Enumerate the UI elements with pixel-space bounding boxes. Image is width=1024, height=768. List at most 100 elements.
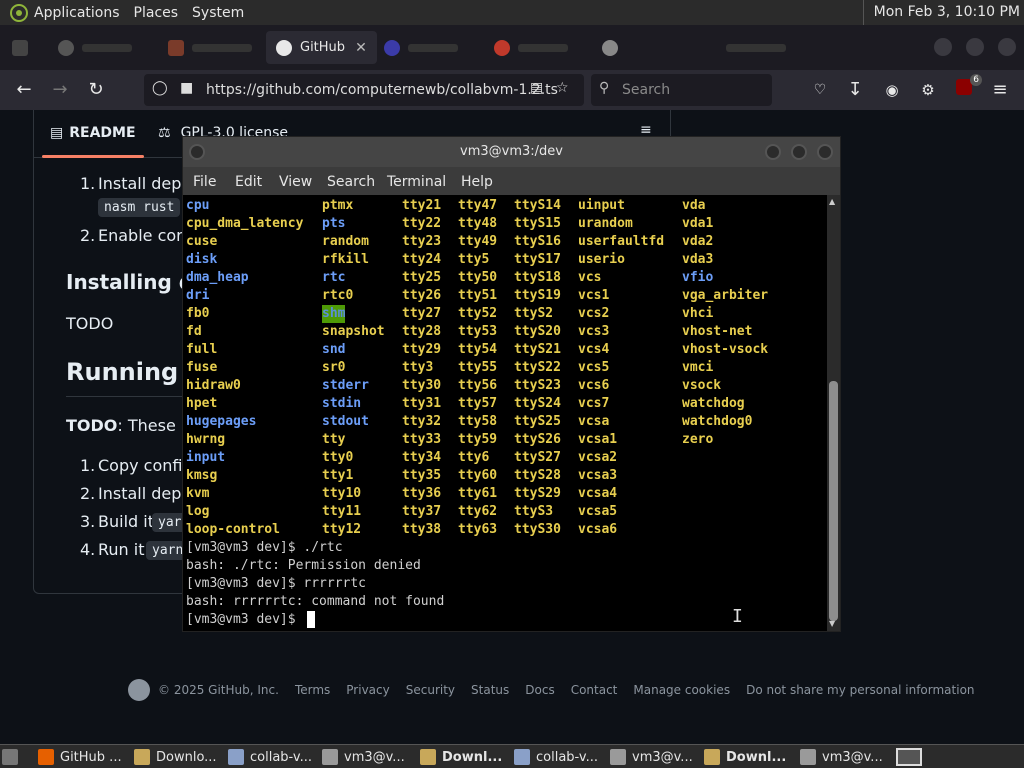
scroll-up-icon[interactable]: ▲ (829, 197, 835, 206)
menu-search[interactable]: Search (327, 174, 375, 190)
taskbar-item[interactable]: vm3@v... (800, 747, 883, 767)
ublock-icon[interactable]: 6 (952, 74, 982, 102)
dev-entry: tty51 (458, 288, 498, 303)
minimize-icon[interactable] (765, 144, 781, 160)
workspace-switcher[interactable] (896, 747, 926, 767)
downloads-icon[interactable]: ↧ (843, 78, 867, 102)
dev-entry: vda3 (682, 252, 714, 267)
window-menu-icon[interactable] (189, 144, 205, 160)
dev-entry: ttyS2 (514, 306, 554, 321)
tab-background-2[interactable] (168, 31, 252, 64)
running-heading: Running (66, 358, 179, 386)
close-icon[interactable] (817, 144, 833, 160)
menu-system[interactable]: System (192, 5, 252, 21)
taskbar-item[interactable]: vm3@v... (322, 747, 405, 767)
footer-link-privacy[interactable]: Privacy (346, 683, 389, 697)
menu-edit[interactable]: Edit (235, 174, 262, 190)
dev-entry: tty60 (458, 468, 498, 483)
window-close-button[interactable] (998, 38, 1016, 56)
url-text[interactable]: https://github.com/computernewb/collabvm… (206, 82, 558, 98)
active-tab-underline (42, 155, 144, 158)
taskbar-app-icon (610, 749, 626, 765)
taskbar-item[interactable]: Downlo... (134, 747, 217, 767)
menu-places[interactable]: Places (134, 5, 187, 21)
menu-applications[interactable]: Applications (34, 5, 128, 21)
menu-view[interactable]: View (279, 174, 312, 190)
account-icon[interactable]: ◉ (880, 78, 904, 102)
taskbar-item[interactable]: vm3@v... (610, 747, 693, 767)
footer-link-contact[interactable]: Contact (571, 683, 618, 697)
tab-list-icon[interactable] (12, 31, 36, 64)
github-favicon-icon (276, 39, 292, 56)
shield-icon[interactable]: ◯ (152, 80, 168, 96)
dev-entry: fb0 (186, 306, 210, 321)
forward-arrow-icon[interactable]: → (48, 78, 72, 102)
github-logo-icon[interactable] (128, 679, 150, 701)
tab-background-5[interactable] (602, 31, 786, 64)
tab-background-4[interactable] (494, 31, 568, 64)
terminal-scrollbar[interactable]: ▲ ▼ (827, 195, 840, 631)
hamburger-menu-icon[interactable]: ≡ (988, 78, 1012, 102)
show-desktop-icon[interactable] (2, 747, 24, 767)
reader-view-icon[interactable]: ▤ (530, 80, 543, 96)
url-bar[interactable]: ◯ ■ https://github.com/computernewb/coll… (144, 74, 584, 106)
window-minimize-button[interactable] (934, 38, 952, 56)
footer-link-status[interactable]: Status (471, 683, 509, 697)
taskbar-item[interactable]: collab-v... (228, 747, 312, 767)
window-maximize-button[interactable] (966, 38, 984, 56)
running-note: TODO: These in (66, 416, 196, 435)
footer-link-do-not-share[interactable]: Do not share my personal information (746, 683, 974, 697)
taskbar-item[interactable]: GitHub ... (38, 747, 122, 767)
footer-link-security[interactable]: Security (406, 683, 455, 697)
footer-link-cookies[interactable]: Manage cookies (633, 683, 730, 697)
search-icon: ⚲ (599, 80, 610, 96)
search-bar[interactable]: ⚲ Search (591, 74, 772, 106)
extensions-icon[interactable]: ⚙ (916, 78, 940, 102)
tab-background-3[interactable] (384, 31, 458, 64)
taskbar-item[interactable]: Downl... (420, 747, 502, 767)
dev-entry: zero (682, 432, 714, 447)
bookmark-star-icon[interactable]: ☆ (556, 80, 569, 96)
tab-close-icon[interactable]: ✕ (355, 40, 367, 56)
dev-entry: rtc0 (322, 288, 354, 303)
scroll-thumb[interactable] (829, 381, 838, 621)
dev-entry: tty28 (402, 324, 442, 339)
taskbar-item[interactable]: Downl... (704, 747, 786, 767)
dev-entry: tty63 (458, 522, 498, 537)
terminal-line: bash: rrrrrrtc: command not found (186, 594, 445, 609)
dev-entry: tty1 (322, 468, 354, 483)
reload-icon[interactable]: ↻ (84, 78, 108, 102)
dev-entry: ttyS24 (514, 396, 561, 411)
dev-entry: vcsa (578, 414, 610, 429)
footer-link-terms[interactable]: Terms (295, 683, 330, 697)
back-arrow-icon[interactable]: ← (12, 78, 36, 102)
tab-readme[interactable]: ▤ README (50, 125, 136, 141)
scroll-down-icon[interactable]: ▼ (829, 619, 835, 628)
dev-entry: tty30 (402, 378, 442, 393)
dev-entry: log (186, 504, 210, 519)
dev-entry: tty32 (402, 414, 442, 429)
taskbar-item[interactable]: collab-v... (514, 747, 598, 767)
lock-icon[interactable]: ■ (180, 80, 193, 96)
menu-file[interactable]: File (193, 174, 216, 190)
footer-link-docs[interactable]: Docs (525, 683, 554, 697)
pocket-icon[interactable]: ♡ (808, 78, 832, 102)
terminal-titlebar[interactable]: vm3@vm3:/dev (183, 137, 840, 167)
dev-entry: tty61 (458, 486, 498, 501)
dev-entry: tty36 (402, 486, 442, 501)
maximize-icon[interactable] (791, 144, 807, 160)
tab-github-active[interactable]: GitHub ✕ (266, 31, 377, 64)
list-number: 1. (80, 174, 96, 193)
todo-text: TODO (66, 314, 114, 333)
distro-logo-icon[interactable] (10, 3, 28, 22)
dev-entry: tty12 (322, 522, 362, 537)
menu-help[interactable]: Help (461, 174, 493, 190)
dev-entry: tty10 (322, 486, 362, 501)
dev-entry: vhci (682, 306, 714, 321)
tab-background-1[interactable] (58, 31, 132, 64)
terminal-output[interactable]: cpu cpu_dma_latency cuse disk dma_heap dri fb0… (183, 195, 827, 631)
dev-entry: tty57 (458, 396, 498, 411)
menu-terminal[interactable]: Terminal (387, 174, 446, 190)
dev-entry: sr0 (322, 360, 346, 375)
panel-clock[interactable]: Mon Feb 3, 10:10 PM (862, 0, 1020, 25)
